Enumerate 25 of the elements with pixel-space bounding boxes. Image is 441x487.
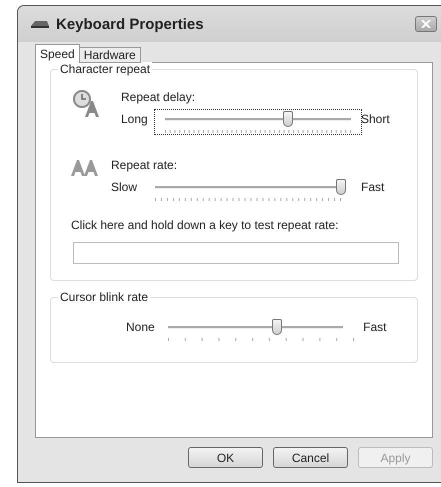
- slider-thumb[interactable]: [336, 179, 346, 195]
- slider-label: Repeat rate:: [111, 158, 178, 172]
- max-label: Fast: [362, 319, 388, 334]
- tab[interactable]: Speed: [35, 44, 80, 63]
- window-title: Keyboard Properties: [56, 16, 205, 32]
- slider-label: Repeat delay:: [121, 90, 196, 104]
- close-button[interactable]: [415, 16, 437, 32]
- group-title: Cursor blink rate: [58, 290, 150, 304]
- max-label: Fast: [360, 179, 386, 194]
- group-title: Character repeat: [58, 62, 152, 76]
- keyboard-icon: [30, 19, 50, 29]
- min-label: Long: [121, 111, 149, 126]
- min-label: Slow: [111, 179, 138, 194]
- clock-letter-icon: [71, 88, 101, 118]
- slider[interactable]: [155, 110, 361, 134]
- test-input-field[interactable]: [73, 242, 399, 264]
- min-label: None: [126, 319, 156, 334]
- close-icon: [421, 20, 431, 28]
- dialog-button[interactable]: OK: [188, 447, 263, 468]
- max-label: Short: [361, 111, 391, 126]
- test-label: Click here and hold down a key to test repeat rate:: [71, 218, 340, 232]
- dialog-button[interactable]: Cancel: [273, 447, 348, 468]
- slider-thumb[interactable]: [282, 111, 293, 127]
- tab[interactable]: Hardware: [78, 47, 141, 63]
- slider-thumb[interactable]: [272, 319, 282, 335]
